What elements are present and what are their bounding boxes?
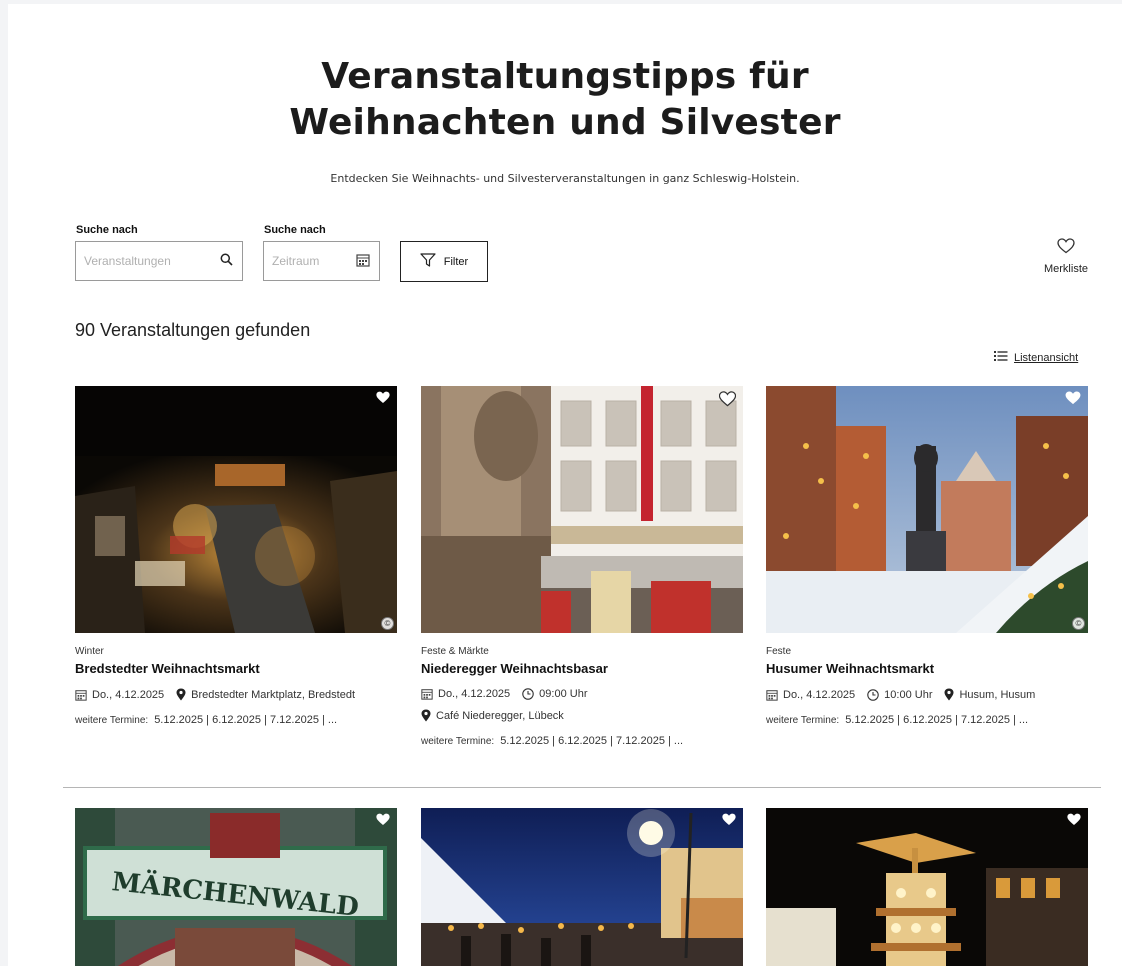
event-card[interactable]: MÄRCHENWALD (75, 808, 397, 966)
filter-button[interactable]: Filter (400, 241, 488, 282)
event-location: Café Niederegger, Lübeck (421, 709, 564, 722)
copyright-icon[interactable]: © (1072, 617, 1085, 630)
filter-label: Filter (443, 255, 469, 268)
event-time-text: 09:00 Uhr (539, 688, 588, 700)
list-view-toggle[interactable]: Listenansicht (994, 351, 1078, 364)
event-location-text: Husum, Husum (959, 688, 1036, 701)
event-meta: Do., 4.12.2025 Bredstedter Marktplatz, B… (75, 688, 397, 701)
event-category: Feste & Märkte (421, 646, 489, 657)
event-time: 10:00 Uhr (867, 689, 932, 701)
event-card[interactable]: © Winter Bredstedter Weihnachtsmarkt Do.… (75, 386, 397, 726)
event-meta-location: Café Niederegger, Lübeck (421, 709, 743, 722)
page-subtitle: Entdecken Sie Weihnachts- und Silvesterv… (330, 172, 800, 185)
event-image[interactable]: MÄRCHENWALD (75, 808, 397, 966)
event-title[interactable]: Niederegger Weihnachtsbasar (421, 661, 743, 676)
event-location-text: Bredstedter Marktplatz, Bredstedt (191, 688, 356, 701)
event-time-text: 10:00 Uhr (884, 688, 933, 701)
more-dates-values[interactable]: 5.12.2025 | 6.12.2025 | 7.12.2025 | ... (154, 714, 337, 726)
event-image[interactable] (421, 386, 743, 633)
more-dates-label: weitere Termine: (766, 715, 840, 726)
row-divider (63, 787, 1101, 788)
event-card[interactable] (766, 808, 1088, 966)
event-category: Winter (75, 646, 104, 657)
event-more-dates: weitere Termine: 5.12.2025 | 6.12.2025 | … (75, 714, 397, 726)
event-time: 09:00 Uhr (522, 688, 587, 700)
event-title[interactable]: Bredstedter Weihnachtsmarkt (75, 661, 397, 676)
page: Veranstaltungstipps für Weihnachten und … (8, 4, 1122, 966)
event-more-dates: weitere Termine: 5.12.2025 | 6.12.2025 | … (766, 714, 1088, 726)
list-icon (994, 351, 1008, 364)
event-title[interactable]: Husumer Weihnachtsmarkt (766, 661, 1088, 676)
event-date-text: Do., 4.12.2025 (92, 688, 165, 701)
calendar-icon (75, 689, 87, 701)
favorite-heart-icon[interactable] (376, 391, 390, 409)
event-image[interactable] (766, 808, 1088, 966)
page-title-line-2: Weihnachten und Silvester (289, 102, 841, 143)
event-meta: Do., 4.12.2025 09:00 Uhr (421, 688, 743, 700)
event-date-text: Do., 4.12.2025 (783, 688, 856, 701)
clock-icon (867, 688, 879, 701)
event-location: Husum, Husum (944, 688, 1035, 701)
more-dates-values[interactable]: 5.12.2025 | 6.12.2025 | 7.12.2025 | ... (500, 735, 683, 747)
event-more-dates: weitere Termine: 5.12.2025 | 6.12.2025 | … (421, 735, 743, 747)
event-date: Do., 4.12.2025 (421, 688, 510, 700)
event-meta: Do., 4.12.2025 10:00 Uhr Husum, Husum (766, 688, 1088, 701)
filter-icon (420, 253, 436, 270)
heart-outline-icon (1057, 238, 1075, 258)
page-title-line-1: Veranstaltungstipps für (321, 56, 809, 97)
event-location-text: Café Niederegger, Lübeck (436, 709, 564, 722)
more-dates-label: weitere Termine: (421, 736, 495, 747)
more-dates-values[interactable]: 5.12.2025 | 6.12.2025 | 7.12.2025 | ... (845, 714, 1028, 726)
event-image[interactable] (421, 808, 743, 966)
location-pin-icon (944, 688, 954, 701)
favorites-button[interactable]: Merkliste (1038, 238, 1094, 275)
more-dates-label: weitere Termine: (75, 715, 149, 726)
event-image[interactable]: © (766, 386, 1088, 633)
copyright-icon[interactable]: © (381, 617, 394, 630)
favorites-label: Merkliste (1043, 263, 1088, 275)
clock-icon (522, 688, 534, 700)
favorite-heart-icon[interactable] (1065, 391, 1081, 410)
calendar-icon (766, 689, 778, 701)
events-search-label: Suche nach (76, 224, 138, 236)
list-view-label: Listenansicht (1014, 351, 1079, 364)
event-location: Bredstedter Marktplatz, Bredstedt (176, 688, 355, 701)
favorite-heart-icon[interactable] (376, 813, 390, 831)
calendar-icon (421, 689, 433, 700)
location-pin-icon (176, 688, 186, 701)
favorite-heart-icon[interactable] (718, 391, 737, 412)
page-title: Veranstaltungstipps für Weihnachten und … (8, 54, 1122, 146)
event-card[interactable]: Feste & Märkte Niederegger Weihnachtsbas… (421, 386, 743, 747)
results-count: 90 Veranstaltungen gefunden (75, 320, 311, 340)
favorite-heart-icon[interactable] (722, 813, 736, 831)
calendar-icon[interactable] (356, 253, 370, 272)
event-date: Do., 4.12.2025 (75, 689, 164, 701)
period-search-input[interactable] (272, 254, 342, 268)
event-image[interactable]: © (75, 386, 397, 633)
favorite-heart-icon[interactable] (1067, 813, 1081, 831)
period-search-field[interactable] (263, 241, 380, 281)
event-category: Feste (766, 646, 792, 657)
event-date: Do., 4.12.2025 (766, 689, 855, 701)
location-pin-icon (421, 709, 431, 722)
event-card[interactable]: © Feste Husumer Weihnachtsmarkt Do., 4.1… (766, 386, 1088, 726)
period-search-label: Suche nach (264, 224, 326, 236)
event-card[interactable] (421, 808, 743, 966)
events-search-input[interactable] (84, 254, 204, 268)
events-search-field[interactable] (75, 241, 243, 281)
search-icon[interactable] (220, 253, 233, 271)
event-date-text: Do., 4.12.2025 (438, 688, 511, 700)
